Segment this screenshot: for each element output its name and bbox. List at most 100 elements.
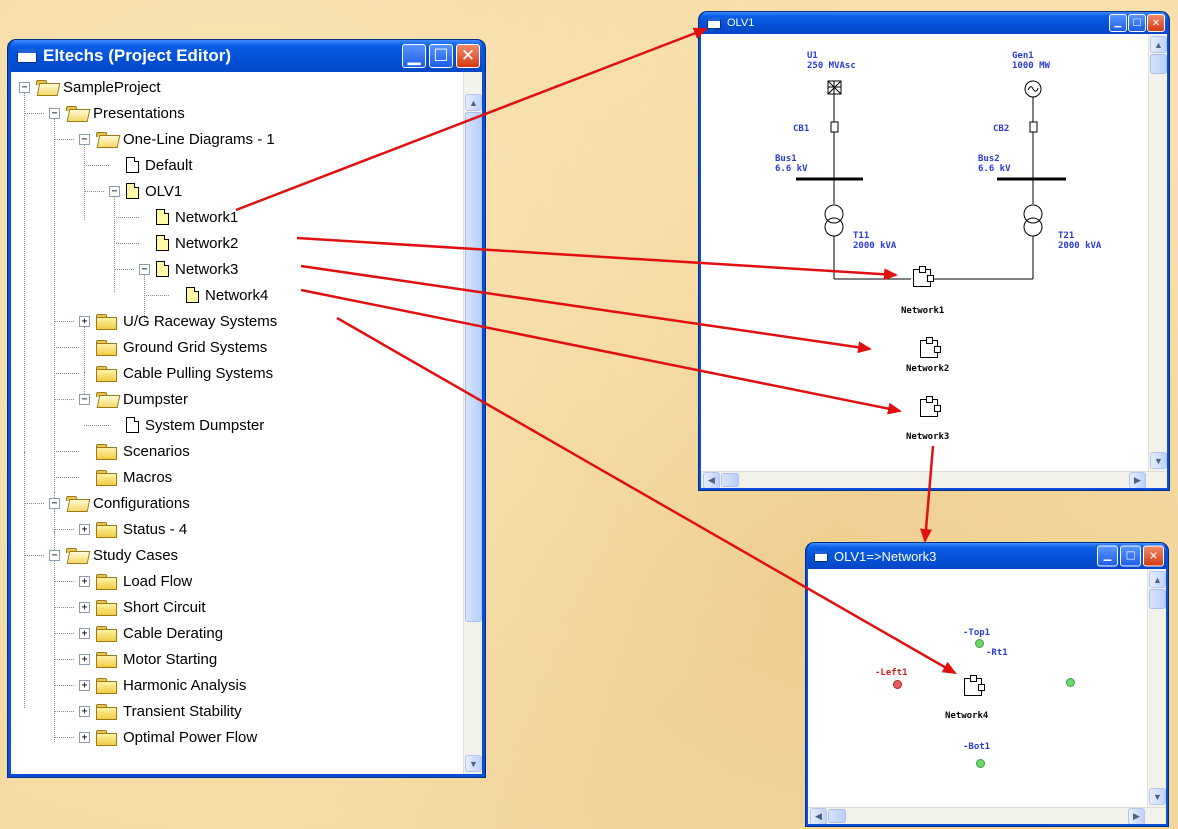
vertical-scrollbar[interactable]: ▲ ▼ xyxy=(1148,34,1167,471)
tree-guide xyxy=(114,269,134,270)
tree-item[interactable]: + Load Flow xyxy=(79,568,192,594)
close-button[interactable]: ✕ xyxy=(1147,14,1165,32)
olv1-canvas[interactable]: U1 250 MVAsc Gen1 1000 MW CB1 CB2 Bus1 6… xyxy=(701,34,1148,471)
tree-item-label: Motor Starting xyxy=(123,650,218,668)
minimize-button[interactable]: ▁ xyxy=(1109,14,1127,32)
right-port[interactable] xyxy=(1066,678,1075,687)
project-editor-titlebar[interactable]: Eltechs (Project Editor) ▁ ☐ ✕ xyxy=(11,40,482,72)
scroll-right-button[interactable]: ▶ xyxy=(1129,472,1146,488)
collapse-icon[interactable]: − xyxy=(49,107,60,119)
hscroll-thumb[interactable] xyxy=(828,809,846,823)
left1-port[interactable] xyxy=(893,680,902,689)
network4-block[interactable] xyxy=(964,675,985,696)
tree-guide xyxy=(84,140,85,220)
tree-item[interactable]: System Dumpster xyxy=(109,412,264,438)
expand-icon[interactable]: + xyxy=(79,575,90,587)
collapse-icon[interactable]: − xyxy=(79,393,90,405)
scroll-down-button[interactable]: ▼ xyxy=(465,755,482,772)
network3-titlebar[interactable]: OLV1=>Network3 ▁ ☐ ✕ xyxy=(808,543,1166,569)
utility-hatch xyxy=(827,80,842,95)
tree-item-label: Optimal Power Flow xyxy=(123,728,258,746)
tree-item[interactable]: Network1 xyxy=(139,204,238,230)
tree-item[interactable]: + Optimal Power Flow xyxy=(79,724,257,750)
vertical-scrollbar[interactable]: ▲ ▼ xyxy=(1147,569,1166,807)
scroll-left-button[interactable]: ◀ xyxy=(810,808,827,824)
transformer-t11-secondary xyxy=(824,217,844,237)
transformer-t21-secondary xyxy=(1023,217,1043,237)
maximize-button[interactable]: ☐ xyxy=(1120,545,1141,567)
collapse-icon[interactable]: − xyxy=(139,263,150,275)
expand-icon[interactable]: + xyxy=(79,523,90,535)
expand-icon[interactable]: + xyxy=(79,627,90,639)
tree-item[interactable]: − Study Cases xyxy=(49,542,178,568)
minimize-button[interactable]: ▁ xyxy=(1097,545,1118,567)
tree-item[interactable]: Macros xyxy=(79,464,172,490)
scroll-up-button[interactable]: ▲ xyxy=(1150,36,1167,53)
tree-item-label: Network3 xyxy=(175,260,239,278)
project-tree[interactable]: − SampleProject − Presentations − One-Line Di… xyxy=(11,72,463,774)
vertical-scrollbar[interactable]: ▲ ▼ xyxy=(463,72,482,774)
folder-icon xyxy=(96,599,117,616)
collapse-icon[interactable]: − xyxy=(49,549,60,561)
tree-item[interactable]: Ground Grid Systems xyxy=(79,334,267,360)
tree-item[interactable]: + Harmonic Analysis xyxy=(79,672,246,698)
expand-icon[interactable]: + xyxy=(79,653,90,665)
tree-item[interactable]: Cable Pulling Systems xyxy=(79,360,273,386)
tree-item[interactable]: − Presentations xyxy=(49,100,185,126)
tree-item[interactable]: + Motor Starting xyxy=(79,646,217,672)
tree-item[interactable]: − SampleProject xyxy=(19,74,161,100)
tree-item[interactable]: − Configurations xyxy=(49,490,190,516)
collapse-icon[interactable]: − xyxy=(49,497,60,509)
olv1-titlebar[interactable]: OLV1 ▁ ☐ ✕ xyxy=(701,12,1167,34)
expand-icon[interactable]: + xyxy=(79,601,90,613)
tree-item[interactable]: − Dumpster xyxy=(79,386,188,412)
tree-item[interactable]: + Status - 4 xyxy=(79,516,187,542)
maximize-button[interactable]: ☐ xyxy=(429,44,453,68)
minimize-button[interactable]: ▁ xyxy=(402,44,426,68)
tree-item[interactable]: + Transient Stability xyxy=(79,698,242,724)
tree-item[interactable]: − OLV1 xyxy=(109,178,182,204)
scroll-right-button[interactable]: ▶ xyxy=(1128,808,1145,824)
tree-item[interactable]: − One-Line Diagrams - 1 xyxy=(79,126,275,152)
horizontal-scrollbar[interactable]: ◀ ▶ xyxy=(808,807,1166,824)
scroll-left-button[interactable]: ◀ xyxy=(703,472,720,488)
expand-icon[interactable]: + xyxy=(79,315,90,327)
scroll-down-button[interactable]: ▼ xyxy=(1150,452,1167,469)
close-button[interactable]: ✕ xyxy=(456,44,480,68)
tree-item[interactable]: Default xyxy=(109,152,193,178)
hscroll-thumb[interactable] xyxy=(721,473,739,487)
tree-item[interactable]: Scenarios xyxy=(79,438,190,464)
tree-item-label: Network2 xyxy=(175,234,239,252)
scroll-thumb[interactable] xyxy=(1150,54,1167,74)
tree-item[interactable]: + Cable Derating xyxy=(79,620,223,646)
close-button[interactable]: ✕ xyxy=(1143,545,1164,567)
scroll-thumb[interactable] xyxy=(1149,589,1166,609)
network3-block[interactable] xyxy=(920,396,941,417)
tree-item[interactable]: Network2 xyxy=(139,230,238,256)
breaker-cb1-icon xyxy=(830,121,839,133)
tree-guide xyxy=(54,685,74,686)
tree-item[interactable]: − Network3 xyxy=(139,256,238,282)
expand-icon[interactable]: + xyxy=(79,731,90,743)
network3-canvas[interactable]: -Top1 -Rt1 -Left1 Network4 -Bot1 xyxy=(808,569,1147,807)
tree-item[interactable]: + Short Circuit xyxy=(79,594,206,620)
scroll-thumb[interactable] xyxy=(465,112,482,622)
scroll-up-button[interactable]: ▲ xyxy=(1149,571,1166,588)
tree-item-label: System Dumpster xyxy=(145,416,265,434)
expand-icon[interactable]: + xyxy=(79,705,90,717)
bus1-kv: 6.6 kV xyxy=(775,164,808,174)
top1-port[interactable] xyxy=(975,639,984,648)
scroll-up-button[interactable]: ▲ xyxy=(465,94,482,111)
tree-item[interactable]: Network4 xyxy=(169,282,268,308)
network2-block[interactable] xyxy=(920,337,941,358)
tree-item[interactable]: + U/G Raceway Systems xyxy=(79,308,277,334)
horizontal-scrollbar[interactable]: ◀ ▶ xyxy=(701,471,1167,488)
maximize-button[interactable]: ☐ xyxy=(1128,14,1146,32)
collapse-icon[interactable]: − xyxy=(19,81,30,93)
scroll-down-button[interactable]: ▼ xyxy=(1149,788,1166,805)
collapse-icon[interactable]: − xyxy=(79,133,90,145)
network1-block[interactable] xyxy=(913,266,934,287)
bot1-port[interactable] xyxy=(976,759,985,768)
collapse-icon[interactable]: − xyxy=(109,185,120,197)
expand-icon[interactable]: + xyxy=(79,679,90,691)
